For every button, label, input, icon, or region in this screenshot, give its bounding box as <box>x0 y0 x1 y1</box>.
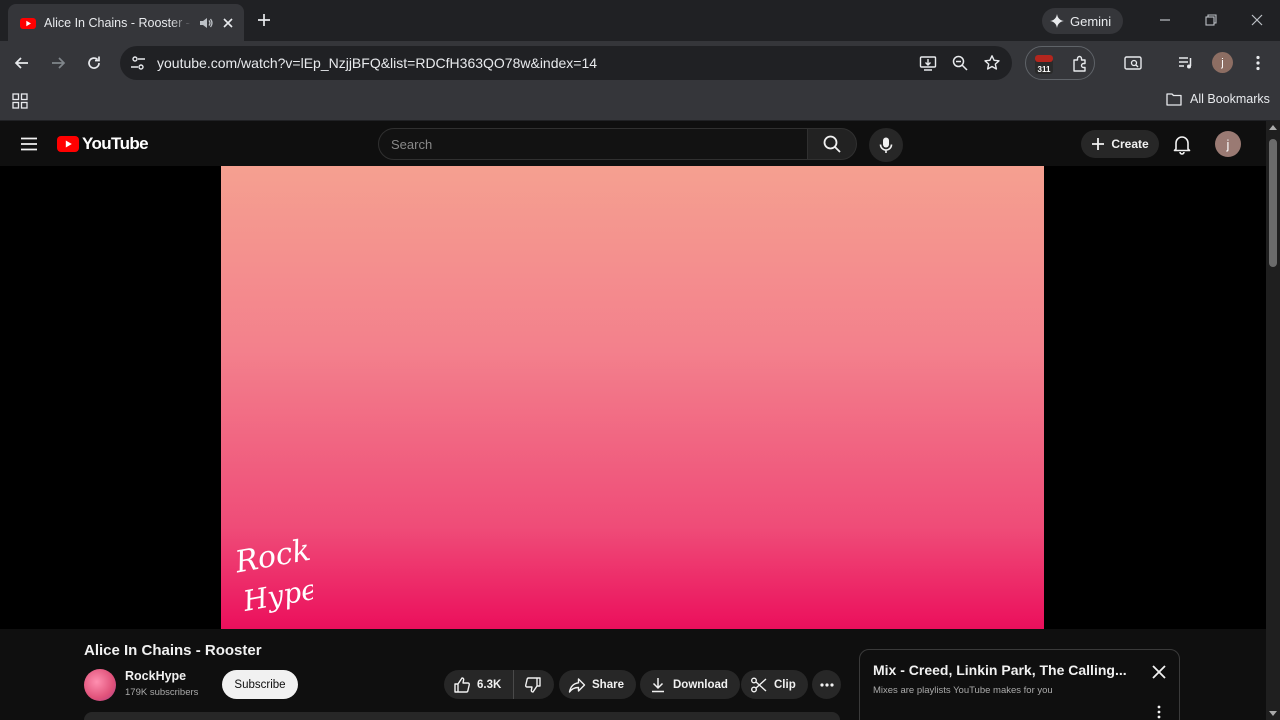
share-button[interactable]: Share <box>559 670 636 699</box>
close-icon[interactable] <box>220 15 236 31</box>
browser-toolbar: youtube.com/watch?v=lEp_NzjjBFQ&list=RDC… <box>0 41 1280 85</box>
youtube-logo-text: YouTube <box>82 134 149 153</box>
extension-badge-button[interactable]: 311 <box>1034 53 1054 75</box>
install-app-icon[interactable] <box>919 54 937 72</box>
chrome-menu-kebab-icon[interactable] <box>1248 53 1268 73</box>
more-actions-button[interactable] <box>812 670 841 699</box>
clip-button[interactable]: Clip <box>741 670 808 699</box>
search-icon <box>823 135 841 153</box>
youtube-account-avatar[interactable]: j <box>1215 131 1241 157</box>
new-tab-plus-icon[interactable] <box>254 10 274 30</box>
restore-icon[interactable] <box>1203 12 1219 28</box>
dislike-button[interactable] <box>514 670 554 699</box>
mix-more-kebab-icon[interactable] <box>1153 704 1165 720</box>
chrome-profile-avatar[interactable]: j <box>1212 52 1233 73</box>
extensions-puzzle-icon[interactable] <box>1070 54 1090 74</box>
address-bar[interactable]: youtube.com/watch?v=lEp_NzjjBFQ&list=RDC… <box>120 46 1012 80</box>
video-frame[interactable]: Rock Hype <box>221 166 1044 629</box>
page-scrollbar[interactable] <box>1266 121 1280 720</box>
search-box <box>378 128 808 160</box>
zoom-icon[interactable] <box>951 54 969 72</box>
subscribe-button[interactable]: Subscribe <box>222 670 298 699</box>
folder-icon <box>1166 93 1182 106</box>
mix-subtitle: Mixes are playlists YouTube makes for yo… <box>873 685 1053 696</box>
channel-subscriber-count: 179K subscribers <box>125 687 199 698</box>
apps-grid-icon[interactable] <box>12 93 28 109</box>
youtube-masthead: YouTube Create j <box>0 121 1266 167</box>
forward-arrow-icon[interactable] <box>48 53 68 73</box>
scroll-down-arrow-icon[interactable] <box>1269 711 1277 716</box>
video-player[interactable]: Rock Hype <box>0 166 1266 629</box>
like-dislike-group: 6.3K <box>444 670 555 699</box>
bookmarks-bar: All Bookmarks <box>0 85 1280 121</box>
svg-text:Rock: Rock <box>233 533 313 581</box>
thumbs-down-icon <box>525 676 541 693</box>
scrollbar-thumb[interactable] <box>1269 139 1277 267</box>
create-label: Create <box>1111 137 1149 151</box>
all-bookmarks-button[interactable]: All Bookmarks <box>1166 92 1270 106</box>
youtube-favicon-icon <box>20 17 36 29</box>
tab-search-icon[interactable] <box>1123 53 1143 73</box>
share-label: Share <box>592 678 624 691</box>
like-button[interactable]: 6.3K <box>444 670 515 699</box>
tab-title: Alice In Chains - Rooster - YouTube <box>44 15 192 30</box>
all-bookmarks-label: All Bookmarks <box>1190 92 1270 106</box>
speaker-icon[interactable] <box>198 15 214 31</box>
scroll-up-arrow-icon[interactable] <box>1269 125 1277 130</box>
create-button[interactable]: Create <box>1081 130 1159 158</box>
voice-search-button[interactable] <box>869 128 903 162</box>
youtube-page: YouTube Create j <box>0 121 1266 720</box>
extension-badge-count: 311 <box>1037 65 1051 74</box>
mix-playlist-panel: Mix - Creed, Linkin Park, The Calling...… <box>859 649 1180 720</box>
site-info-tune-icon[interactable] <box>129 54 147 72</box>
download-button[interactable]: Download <box>640 670 740 699</box>
microphone-icon <box>879 137 893 153</box>
window-close-icon[interactable] <box>1249 12 1265 28</box>
thumbs-up-icon <box>454 676 470 693</box>
youtube-logo[interactable]: YouTube <box>57 134 149 154</box>
video-title: Alice In Chains - Rooster <box>84 642 262 659</box>
rockhype-watermark-logo: Rock Hype <box>233 533 313 618</box>
channel-name[interactable]: RockHype <box>125 669 186 683</box>
search-button[interactable] <box>807 128 857 160</box>
media-control-icon[interactable] <box>1176 53 1196 73</box>
gemini-sparkle-icon <box>1050 14 1064 28</box>
reload-icon[interactable] <box>84 53 104 73</box>
bookmark-star-icon[interactable] <box>983 54 1001 72</box>
close-icon[interactable] <box>1150 663 1168 681</box>
channel-avatar[interactable] <box>84 669 116 701</box>
plus-icon <box>1092 138 1105 150</box>
download-label: Download <box>673 678 728 691</box>
gemini-button[interactable]: Gemini <box>1042 8 1124 34</box>
mix-title[interactable]: Mix - Creed, Linkin Park, The Calling... <box>873 662 1143 678</box>
notifications-bell-icon[interactable] <box>1171 133 1193 155</box>
back-arrow-icon[interactable] <box>12 53 32 73</box>
gemini-label: Gemini <box>1070 13 1112 29</box>
description-box[interactable] <box>84 712 840 720</box>
browser-tab-active[interactable]: Alice In Chains - Rooster - YouTube <box>8 4 244 41</box>
extensions-group: 311 <box>1025 46 1095 80</box>
clip-label: Clip <box>774 678 796 691</box>
more-horizontal-icon <box>819 682 834 687</box>
browser-tab-strip: Alice In Chains - Rooster - YouTube Gemi… <box>0 0 1280 41</box>
minimize-icon[interactable] <box>1157 12 1173 28</box>
url-text[interactable]: youtube.com/watch?v=lEp_NzjjBFQ&list=RDC… <box>157 55 597 71</box>
scissors-icon <box>751 677 767 692</box>
youtube-play-logo-icon <box>57 136 79 152</box>
share-arrow-icon <box>568 677 586 693</box>
hamburger-menu-icon[interactable] <box>18 133 40 155</box>
download-arrow-icon <box>652 677 664 692</box>
svg-text:Hype: Hype <box>240 572 313 618</box>
like-count: 6.3K <box>477 678 502 691</box>
video-info-section: Alice In Chains - Rooster RockHype 179K … <box>0 629 1266 720</box>
search-input[interactable] <box>379 129 807 159</box>
